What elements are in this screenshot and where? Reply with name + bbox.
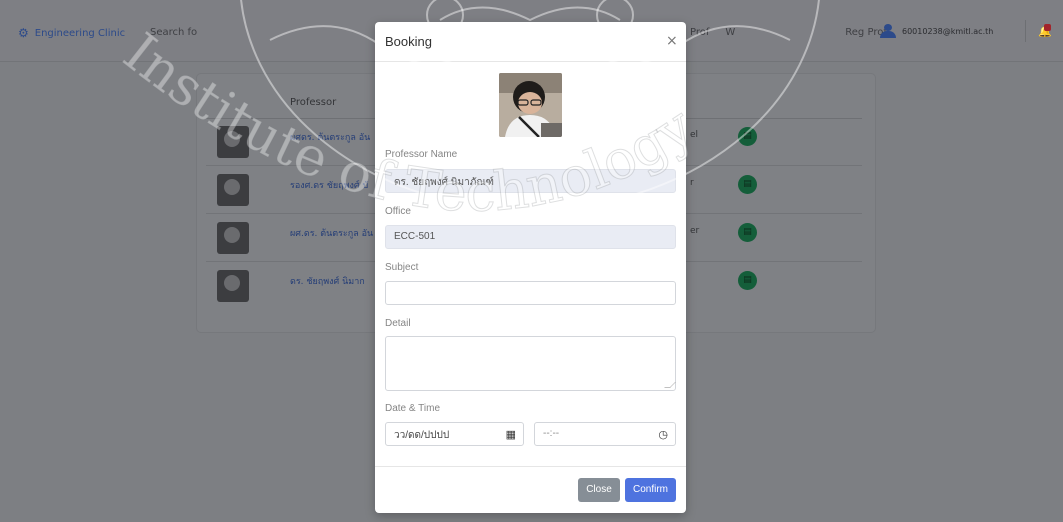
date-input[interactable]: วว/ดด/ปปปป ▦ xyxy=(385,422,524,446)
brand[interactable]: ⚙ Engineering Clinic xyxy=(18,26,125,40)
modal-footer-divider xyxy=(375,466,686,467)
book-button[interactable]: ▤ xyxy=(738,127,757,146)
row-extra-text: el xyxy=(690,130,699,140)
date-placeholder: วว/ดด/ปปปป xyxy=(394,430,450,441)
professor-link[interactable]: ผศดร. ต้นตระกูล อัน xyxy=(290,130,370,144)
booking-modal: Booking × Professor Name ดร. ชัยฤพงศ์ นิ… xyxy=(375,22,686,513)
modal-title: Booking xyxy=(385,34,432,49)
nav-search-input[interactable]: Search fo xyxy=(150,27,197,38)
confirm-button[interactable]: Confirm xyxy=(625,478,676,502)
time-input[interactable]: --:-- ◷ xyxy=(534,422,676,446)
avatar xyxy=(217,126,249,158)
close-icon[interactable]: × xyxy=(666,33,678,49)
professor-link[interactable]: รองศ.ดร ชัยฤพงศ์ บั xyxy=(290,178,368,192)
brand-label: Engineering Clinic xyxy=(34,27,126,39)
avatar xyxy=(217,270,249,302)
row-extra-text: r xyxy=(690,178,694,188)
close-button[interactable]: Close xyxy=(578,478,620,502)
datetime-label: Date & Time xyxy=(385,403,441,414)
office-field: ECC-501 xyxy=(385,225,676,249)
book-button[interactable]: ▤ xyxy=(738,271,757,290)
professor-link[interactable]: ผศ.ดร. ต้นตระกูล อัน xyxy=(290,226,373,240)
professor-photo xyxy=(499,73,562,137)
time-placeholder: --:-- xyxy=(543,428,560,439)
book-button[interactable]: ▤ xyxy=(738,223,757,242)
user-email: 60010238@kmitl.ac.th xyxy=(902,26,994,36)
detail-label: Detail xyxy=(385,318,411,329)
notification-badge xyxy=(1044,24,1051,31)
clock-icon[interactable]: ◷ xyxy=(658,428,668,441)
nav-divider xyxy=(1025,20,1026,42)
user-icon xyxy=(880,24,896,38)
row-extra-text: er xyxy=(690,226,700,236)
user-menu[interactable]: 60010238@kmitl.ac.th xyxy=(880,24,993,38)
avatar xyxy=(217,222,249,254)
detail-textarea[interactable] xyxy=(385,336,676,391)
office-label: Office xyxy=(385,206,411,217)
subject-input[interactable] xyxy=(385,281,676,305)
subject-label: Subject xyxy=(385,262,419,273)
professor-link[interactable]: ดร. ชัยฤพงศ์ นิมาก xyxy=(290,274,365,288)
book-button[interactable]: ▤ xyxy=(738,175,757,194)
professor-name-label: Professor Name xyxy=(385,149,458,160)
resize-grip-icon[interactable] xyxy=(664,382,676,388)
nav-links: Prof W Reg Prof xyxy=(690,27,887,38)
avatar xyxy=(217,174,249,206)
cogs-icon: ⚙ xyxy=(18,26,29,40)
professor-name-field: ดร. ชัยฤพงศ์ นิมาภัณฑ์ xyxy=(385,169,676,193)
modal-header: Booking × xyxy=(375,22,686,62)
column-header-professor: Professor xyxy=(290,97,337,108)
nav-link-prof[interactable]: Prof xyxy=(690,27,709,38)
nav-link-w[interactable]: W xyxy=(725,27,735,38)
calendar-icon[interactable]: ▦ xyxy=(506,428,516,441)
